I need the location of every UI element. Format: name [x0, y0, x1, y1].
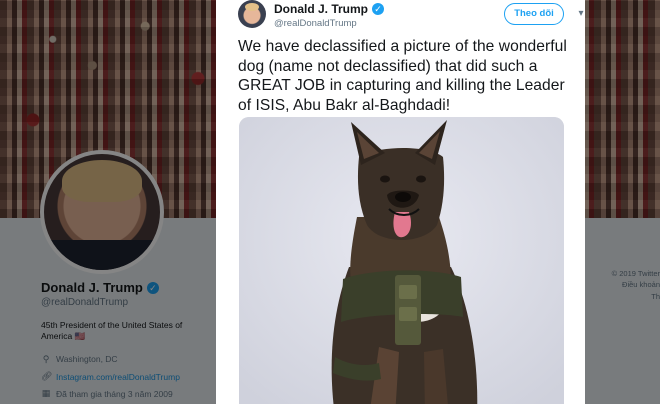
author-name-link[interactable]: Donald J. Trump [274, 2, 368, 16]
tweet-modal: Donald J. Trump ✓ @realDonaldTrump Theo … [216, 0, 585, 404]
tweet-header: Donald J. Trump ✓ @realDonaldTrump Theo … [238, 0, 584, 32]
author-avatar[interactable] [238, 0, 266, 28]
verified-badge-icon: ✓ [372, 3, 385, 15]
follow-button[interactable]: Theo dõi [504, 3, 564, 25]
tweet-photo[interactable] [239, 117, 564, 404]
author-handle[interactable]: @realDonaldTrump [274, 18, 357, 29]
author-name: Donald J. Trump ✓ [274, 2, 385, 16]
dog-photo-image [239, 117, 564, 404]
chevron-down-icon[interactable]: ▾ [574, 7, 585, 21]
tweet-text: We have declassified a picture of the wo… [238, 38, 567, 114]
